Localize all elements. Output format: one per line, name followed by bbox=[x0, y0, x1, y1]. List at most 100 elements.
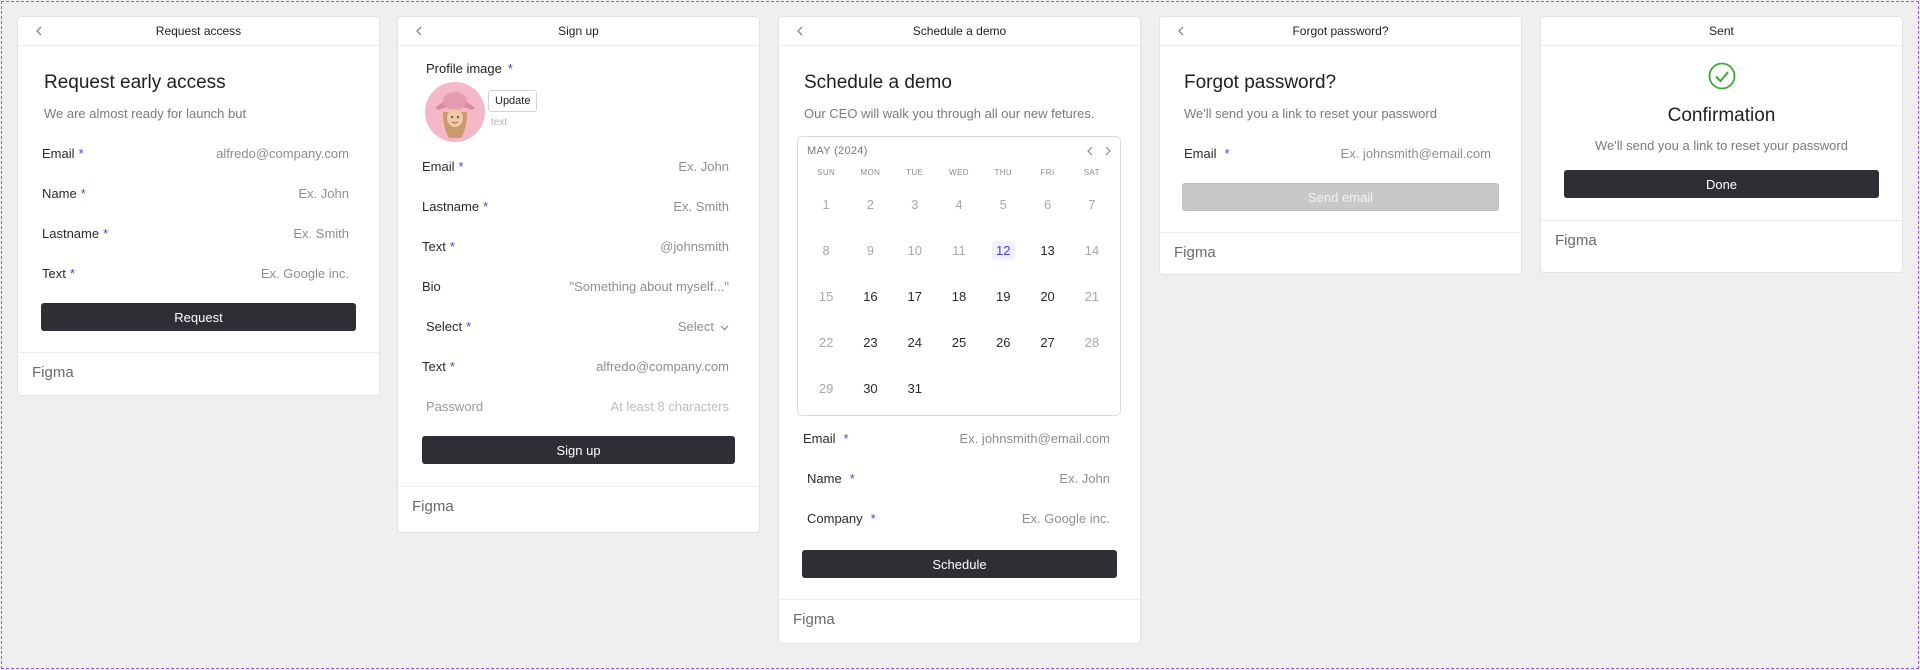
calendar-day-number: 23 bbox=[863, 334, 878, 350]
calendar-day[interactable]: 20 bbox=[1025, 273, 1069, 319]
calendar-day-number: 18 bbox=[951, 288, 967, 304]
back-chevron-icon[interactable] bbox=[32, 23, 46, 39]
schedule-button[interactable]: Schedule bbox=[802, 550, 1117, 578]
calendar-day[interactable]: 24 bbox=[893, 319, 937, 365]
calendar-day[interactable]: 13 bbox=[1025, 227, 1069, 273]
calendar-day-number: 16 bbox=[863, 288, 878, 304]
calendar-day[interactable]: 14 bbox=[1070, 227, 1114, 273]
calendar-day-number: 1 bbox=[822, 196, 830, 212]
calendar-month: MAY (2024) bbox=[807, 145, 868, 157]
calendar-day[interactable]: 4 bbox=[937, 181, 981, 227]
calendar-day[interactable]: 30 bbox=[848, 365, 892, 411]
confirmation-title: Confirmation bbox=[1667, 105, 1776, 126]
forgot-password-card: Forgot password? Forgot password? We'll … bbox=[1159, 16, 1522, 275]
schedule-demo-card: Schedule a demo Schedule a demo Our CEO … bbox=[778, 16, 1141, 644]
text-placeholder: Ex. Google inc. bbox=[260, 265, 349, 281]
calendar-day[interactable]: 17 bbox=[893, 273, 937, 319]
required-mark: * bbox=[103, 225, 109, 241]
password-field[interactable]: Password At least 8 characters bbox=[422, 386, 729, 426]
calendar-day-number: 8 bbox=[822, 242, 830, 258]
calendar-day-number: 10 bbox=[907, 242, 922, 258]
calendar-day-number: 21 bbox=[1084, 288, 1100, 304]
calendar-day[interactable]: 23 bbox=[848, 319, 892, 365]
page-subtitle: Our CEO will walk you through all our ne… bbox=[804, 106, 1095, 121]
send-email-button[interactable]: Send email bbox=[1182, 183, 1499, 211]
back-chevron-icon[interactable] bbox=[412, 23, 426, 39]
company-placeholder: Ex. Google inc. bbox=[1021, 510, 1110, 526]
calendar-day[interactable]: 10 bbox=[893, 227, 937, 273]
company-field[interactable]: Company * Ex. Google inc. bbox=[803, 498, 1110, 538]
calendar-day[interactable]: 11 bbox=[937, 227, 981, 273]
card-header: Forgot password? bbox=[1160, 17, 1521, 46]
email-field[interactable]: Email * Ex. johnsmith@email.com bbox=[803, 418, 1110, 458]
lastname-field[interactable]: Lastname * Ex. Smith bbox=[422, 186, 729, 226]
email-field[interactable]: Email * Ex. johnsmith@email.com bbox=[1184, 133, 1497, 173]
page-title: Request early access bbox=[44, 72, 226, 93]
bio-placeholder: "Something about myself..." bbox=[569, 278, 729, 294]
calendar-day-number: 19 bbox=[996, 288, 1011, 304]
calendar-day[interactable]: 29 bbox=[804, 365, 848, 411]
bio-field[interactable]: Bio "Something about myself..." bbox=[422, 266, 729, 306]
calendar-day[interactable]: 25 bbox=[937, 319, 981, 365]
calendar-day[interactable]: 19 bbox=[981, 273, 1025, 319]
lastname-field[interactable]: Lastname * Ex. Smith bbox=[42, 213, 349, 253]
text-field[interactable]: Text * alfredo@company.com bbox=[422, 346, 729, 386]
calendar-day-number: 25 bbox=[951, 334, 967, 350]
calendar: MAY (2024) SUN MON TUE WED THU FRI SAT 1 2 3 4 5 6 7 8… bbox=[797, 136, 1121, 416]
required-mark: * bbox=[458, 158, 464, 174]
figma-footer: Figma bbox=[1160, 232, 1521, 272]
figma-footer: Figma bbox=[398, 486, 759, 526]
form: Email * Ex. johnsmith@email.com Name * Ex.… bbox=[779, 418, 1140, 538]
field-label: Select bbox=[426, 318, 463, 334]
calendar-day[interactable]: 7 bbox=[1070, 181, 1114, 227]
avatar[interactable] bbox=[425, 82, 485, 142]
calendar-day[interactable]: 28 bbox=[1070, 319, 1114, 365]
email-field[interactable]: Email * alfredo@company.com bbox=[42, 133, 349, 173]
calendar-day-number: 28 bbox=[1084, 334, 1100, 350]
chevron-right-icon[interactable] bbox=[1104, 146, 1112, 156]
text-field[interactable]: Text * Ex. Google inc. bbox=[42, 253, 349, 293]
request-button[interactable]: Request bbox=[41, 303, 356, 331]
field-label: Email bbox=[422, 158, 455, 174]
done-button[interactable]: Done bbox=[1564, 170, 1879, 198]
calendar-day[interactable]: 18 bbox=[937, 273, 981, 319]
back-chevron-icon[interactable] bbox=[793, 23, 807, 39]
sign-up-card: Sign up Profile image * Update text Emai… bbox=[397, 16, 760, 533]
name-field[interactable]: Name * Ex. John bbox=[42, 173, 349, 213]
sign-up-button[interactable]: Sign up bbox=[422, 436, 735, 464]
card-header: Schedule a demo bbox=[779, 17, 1140, 46]
weekday-label: SAT bbox=[1083, 168, 1100, 177]
page-subtitle: We'll send you a link to reset your pass… bbox=[1184, 106, 1437, 121]
calendar-day[interactable]: 3 bbox=[893, 181, 937, 227]
calendar-day[interactable]: 8 bbox=[804, 227, 848, 273]
calendar-day-selected[interactable]: 12 bbox=[981, 227, 1025, 273]
email-placeholder: Ex. johnsmith@email.com bbox=[959, 430, 1110, 446]
select-field[interactable]: Select * Select bbox=[422, 306, 729, 346]
calendar-day[interactable]: 22 bbox=[804, 319, 848, 365]
card-header: Sent bbox=[1541, 17, 1902, 46]
calendar-day[interactable]: 5 bbox=[981, 181, 1025, 227]
calendar-day[interactable]: 16 bbox=[848, 273, 892, 319]
calendar-day[interactable]: 1 bbox=[804, 181, 848, 227]
calendar-day-number: 30 bbox=[863, 380, 878, 396]
calendar-day-number: 29 bbox=[818, 380, 834, 396]
name-field[interactable]: Name * Ex. John bbox=[803, 458, 1110, 498]
calendar-day[interactable]: 31 bbox=[893, 365, 937, 411]
calendar-day[interactable]: 21 bbox=[1070, 273, 1114, 319]
update-button[interactable]: Update bbox=[488, 90, 538, 112]
calendar-day[interactable]: 9 bbox=[848, 227, 892, 273]
calendar-day-number: 13 bbox=[1040, 242, 1055, 258]
calendar-day[interactable]: 27 bbox=[1025, 319, 1069, 365]
back-chevron-icon[interactable] bbox=[1174, 23, 1188, 39]
header-title: Forgot password? bbox=[1292, 24, 1389, 38]
chevron-left-icon[interactable] bbox=[1086, 146, 1094, 156]
calendar-day-number: 3 bbox=[911, 196, 919, 212]
profile-image-row: Update text bbox=[422, 82, 735, 142]
calendar-day[interactable]: 2 bbox=[848, 181, 892, 227]
email-field[interactable]: Email * Ex. John bbox=[422, 146, 729, 186]
field-label: Bio bbox=[422, 278, 441, 294]
username-field[interactable]: Text * @johnsmith bbox=[422, 226, 729, 266]
calendar-day[interactable]: 26 bbox=[981, 319, 1025, 365]
calendar-day[interactable]: 15 bbox=[804, 273, 848, 319]
calendar-day[interactable]: 6 bbox=[1025, 181, 1069, 227]
